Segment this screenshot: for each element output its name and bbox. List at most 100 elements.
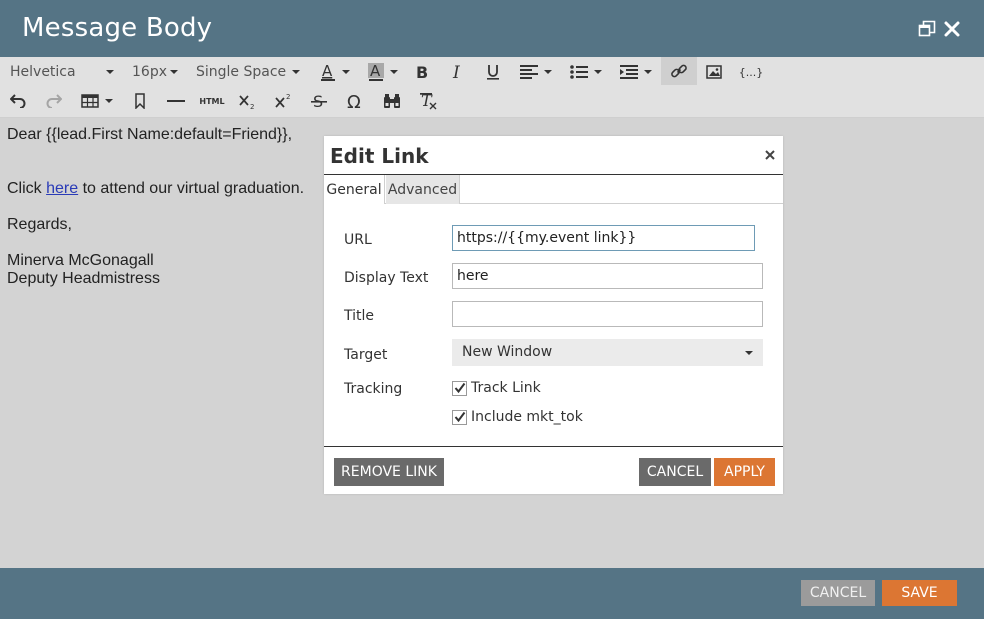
bullet-list-button[interactable] [569,59,603,85]
find-button[interactable] [381,88,403,114]
editor-line-name: Minerva McGonagall [7,252,154,269]
editor-toolbar: Helvetica 16px Single Space A A B I {... [0,57,984,118]
table-icon [81,94,99,108]
underline-button[interactable] [482,59,504,85]
dialog-close-icon[interactable] [764,148,776,160]
target-label: Target [344,347,388,363]
editor-line-greeting: Dear {{lead.First Name:default=Friend}}, [7,126,293,143]
clear-formatting-icon: T [419,92,437,110]
dialog-footer-divider [324,446,783,447]
align-icon [520,65,538,79]
text-color-icon: A [320,62,336,82]
bold-icon: B [415,64,429,80]
editor-line-click: Click here to attend our virtual graduat… [7,180,304,198]
svg-text:A: A [322,62,333,80]
window-header: Message Body [0,0,984,57]
url-label: URL [344,232,372,248]
subscript-button[interactable]: 2 [237,88,257,114]
editor-link-here[interactable]: here [46,180,78,197]
redo-icon [46,94,62,108]
close-icon[interactable] [943,20,961,38]
dialog-title: Edit Link [330,144,429,168]
image-icon [706,65,722,79]
font-size-select[interactable]: 16px [132,59,178,85]
font-size-value: 16px [132,64,167,80]
editor-line-regards: Regards, [7,216,72,233]
checkbox-checked-icon [452,380,467,396]
background-color-button[interactable]: A [365,59,401,85]
svg-text:A: A [370,62,381,80]
line-spacing-select[interactable]: Single Space [196,59,300,85]
font-family-select[interactable]: Helvetica [10,59,114,85]
display-text-input[interactable] [452,263,763,289]
title-input[interactable] [452,301,763,327]
window-title: Message Body [22,13,213,43]
url-input[interactable] [452,225,755,251]
target-select-value: New Window [462,344,553,360]
cancel-button[interactable]: CANCEL [801,580,875,606]
restore-window-icon[interactable] [918,20,936,38]
indent-button[interactable] [619,59,653,85]
font-family-value: Helvetica [10,64,76,80]
chevron-down-icon [745,351,753,355]
strikethrough-icon: S [311,92,327,110]
background-color-icon: A [368,62,384,82]
bold-button[interactable]: B [411,59,433,85]
dialog-tabs: General Advanced [324,175,783,204]
superscript-icon: 2 [274,93,292,109]
horizontal-rule-button[interactable] [165,88,187,114]
save-button[interactable]: SAVE [882,580,957,606]
svg-text:2: 2 [286,93,290,101]
checkbox-checked-icon [452,409,467,425]
html-icon: HTML [199,96,225,106]
horizontal-rule-icon [167,99,185,103]
track-link-label: Track Link [471,380,541,396]
tab-general[interactable]: General [324,175,385,204]
bookmark-button[interactable] [130,88,150,114]
redo-button[interactable] [44,88,64,114]
link-icon [670,62,688,80]
special-character-icon: Ω [346,92,364,110]
find-icon [383,93,401,109]
superscript-button[interactable]: 2 [273,88,293,114]
indent-icon [620,65,638,79]
tab-advanced[interactable]: Advanced [386,175,460,204]
text-color-button[interactable]: A [317,59,353,85]
undo-icon [10,94,26,108]
strikethrough-button[interactable]: S [309,88,329,114]
dialog-cancel-button[interactable]: CANCEL [639,458,711,486]
bullet-list-icon [570,65,588,79]
edit-link-dialog: Edit Link General Advanced URL Display T… [324,136,783,494]
include-mkt-tok-label: Include mkt_tok [471,409,583,425]
include-mkt-tok-checkbox[interactable]: Include mkt_tok [452,408,583,426]
insert-image-button[interactable] [703,59,725,85]
apply-button[interactable]: APPLY [714,458,775,486]
underline-icon [486,63,500,81]
tracking-label: Tracking [344,381,403,397]
svg-text:2: 2 [250,103,254,109]
merge-tag-icon: {...} [738,65,764,79]
track-link-checkbox[interactable]: Track Link [452,379,541,397]
special-character-button[interactable]: Ω [344,88,366,114]
insert-link-button[interactable] [661,57,697,85]
editor-text: Click [7,180,47,197]
bookmark-icon [134,93,146,109]
editor-line-position: Deputy Headmistress [7,270,160,287]
svg-text:B: B [416,64,428,80]
italic-icon: I [451,64,465,80]
undo-button[interactable] [8,88,28,114]
subscript-icon: 2 [238,93,256,109]
italic-button[interactable]: I [447,59,469,85]
line-spacing-value: Single Space [196,64,287,80]
editor-text: to attend our virtual graduation. [78,180,305,197]
clear-formatting-button[interactable]: T [417,88,439,114]
svg-text:I: I [452,64,460,80]
merge-tag-button[interactable]: {...} [738,59,764,85]
window-footer: CANCEL SAVE [0,568,984,619]
title-label: Title [344,308,375,324]
align-button[interactable] [519,59,553,85]
remove-link-button[interactable]: REMOVE LINK [334,458,444,486]
target-select[interactable]: New Window [452,339,763,366]
html-button[interactable]: HTML [199,88,225,114]
table-button[interactable] [80,88,114,114]
